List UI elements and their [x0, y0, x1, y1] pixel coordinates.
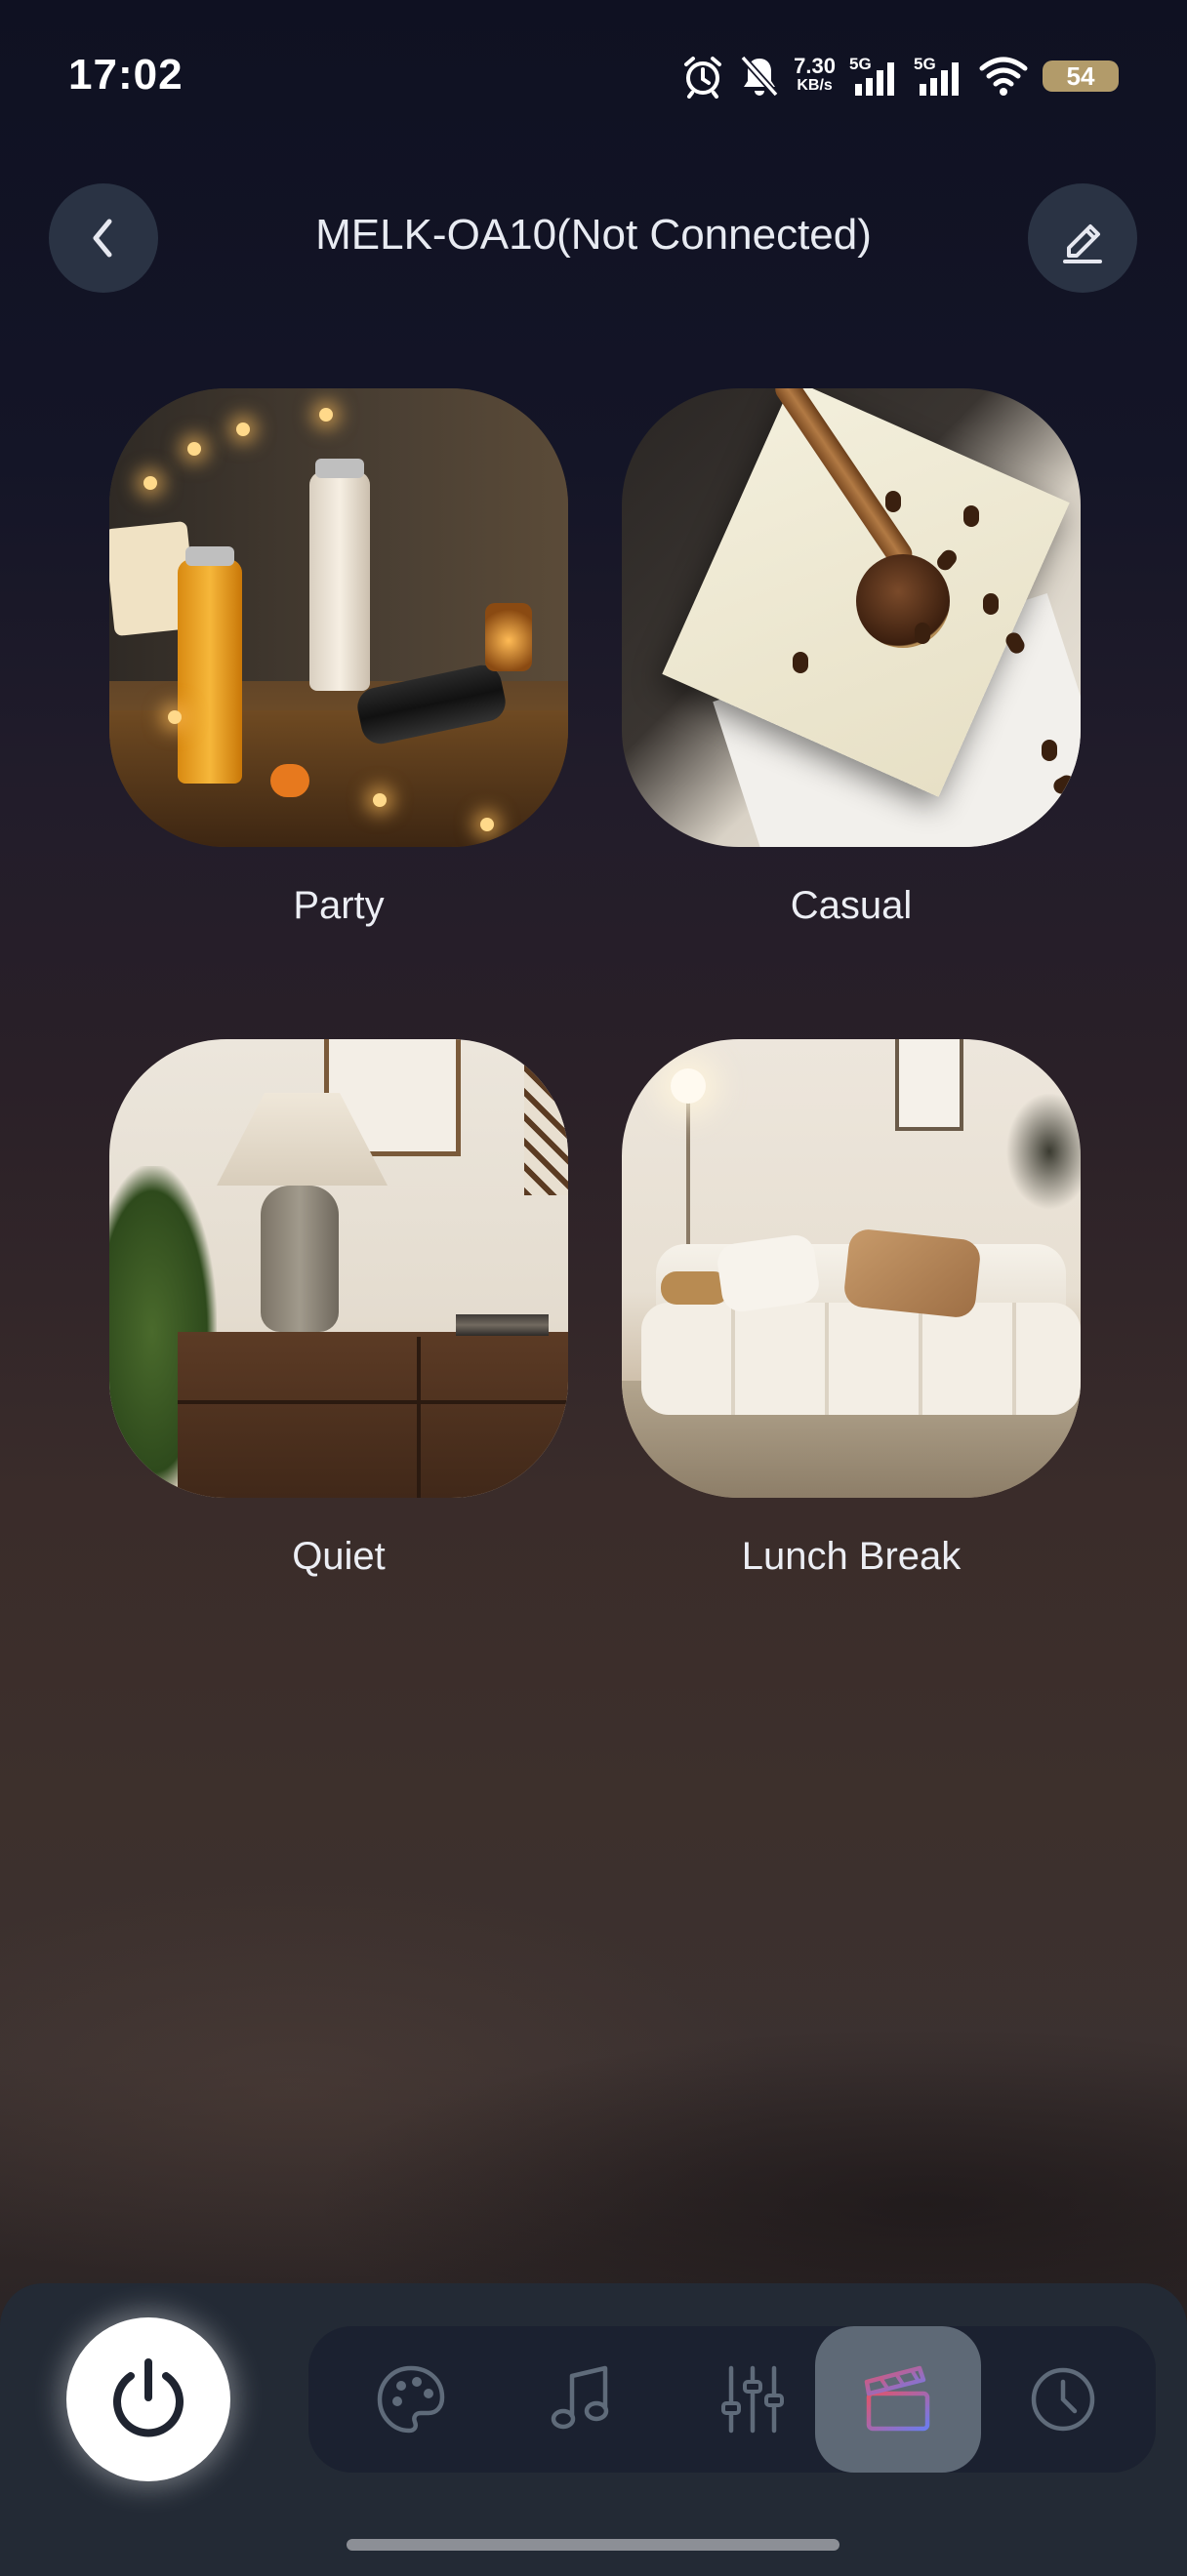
scene-image-casual [622, 388, 1081, 847]
tab-music[interactable] [499, 2326, 665, 2473]
chevron-left-icon [93, 219, 112, 258]
scene-label: Lunch Break [741, 1535, 962, 1578]
pencil-icon [1063, 224, 1102, 263]
tab-timer[interactable] [980, 2326, 1146, 2473]
scene-label: Casual [790, 884, 913, 927]
signal-icon: 5G [849, 55, 900, 98]
signal-icon: 5G [914, 55, 964, 98]
page-title: MELK-OA10(Not Connected) [315, 211, 872, 259]
scene-label: Party [293, 884, 385, 927]
status-bar: 17:02 7.30 KB/s 5G 5G 54 [0, 0, 1187, 146]
battery-icon: 54 [1043, 60, 1119, 92]
tab-color[interactable] [328, 2326, 494, 2473]
net-speed-unit: KB/s [797, 77, 833, 94]
scene-label: Quiet [292, 1535, 386, 1578]
mode-tab-bar [308, 2326, 1156, 2473]
sliders-icon [721, 2365, 784, 2434]
scene-card-lunch-break[interactable]: Lunch Break [622, 1039, 1081, 1578]
tab-adjust[interactable] [670, 2326, 836, 2473]
tab-scene[interactable] [815, 2326, 981, 2473]
scene-card-quiet[interactable]: Quiet [109, 1039, 568, 1578]
power-icon [113, 2358, 184, 2437]
back-button[interactable] [49, 183, 158, 293]
wifi-icon [979, 57, 1028, 96]
scene-card-casual[interactable]: Casual [622, 388, 1081, 927]
alarm-icon [684, 57, 722, 99]
bell-off-icon [740, 55, 779, 98]
scene-image-quiet [109, 1039, 568, 1498]
music-note-icon [551, 2365, 609, 2430]
edit-button[interactable] [1028, 183, 1137, 293]
scene-image-lunch-break [622, 1039, 1081, 1498]
status-time: 17:02 [68, 51, 184, 99]
home-indicator[interactable] [347, 2539, 839, 2551]
net-speed: 7.30 KB/s [794, 54, 836, 96]
scene-card-party[interactable]: Party [109, 388, 568, 927]
scene-image-party [109, 388, 568, 847]
status-icons: 7.30 KB/s 5G 5G 54 [680, 49, 1119, 103]
clapperboard-icon [864, 2365, 930, 2432]
palette-icon [377, 2365, 445, 2434]
net-speed-value: 7.30 [794, 54, 836, 78]
clock-icon [1031, 2367, 1095, 2432]
header: MELK-OA10(Not Connected) [0, 181, 1187, 295]
power-button[interactable] [66, 2317, 230, 2481]
